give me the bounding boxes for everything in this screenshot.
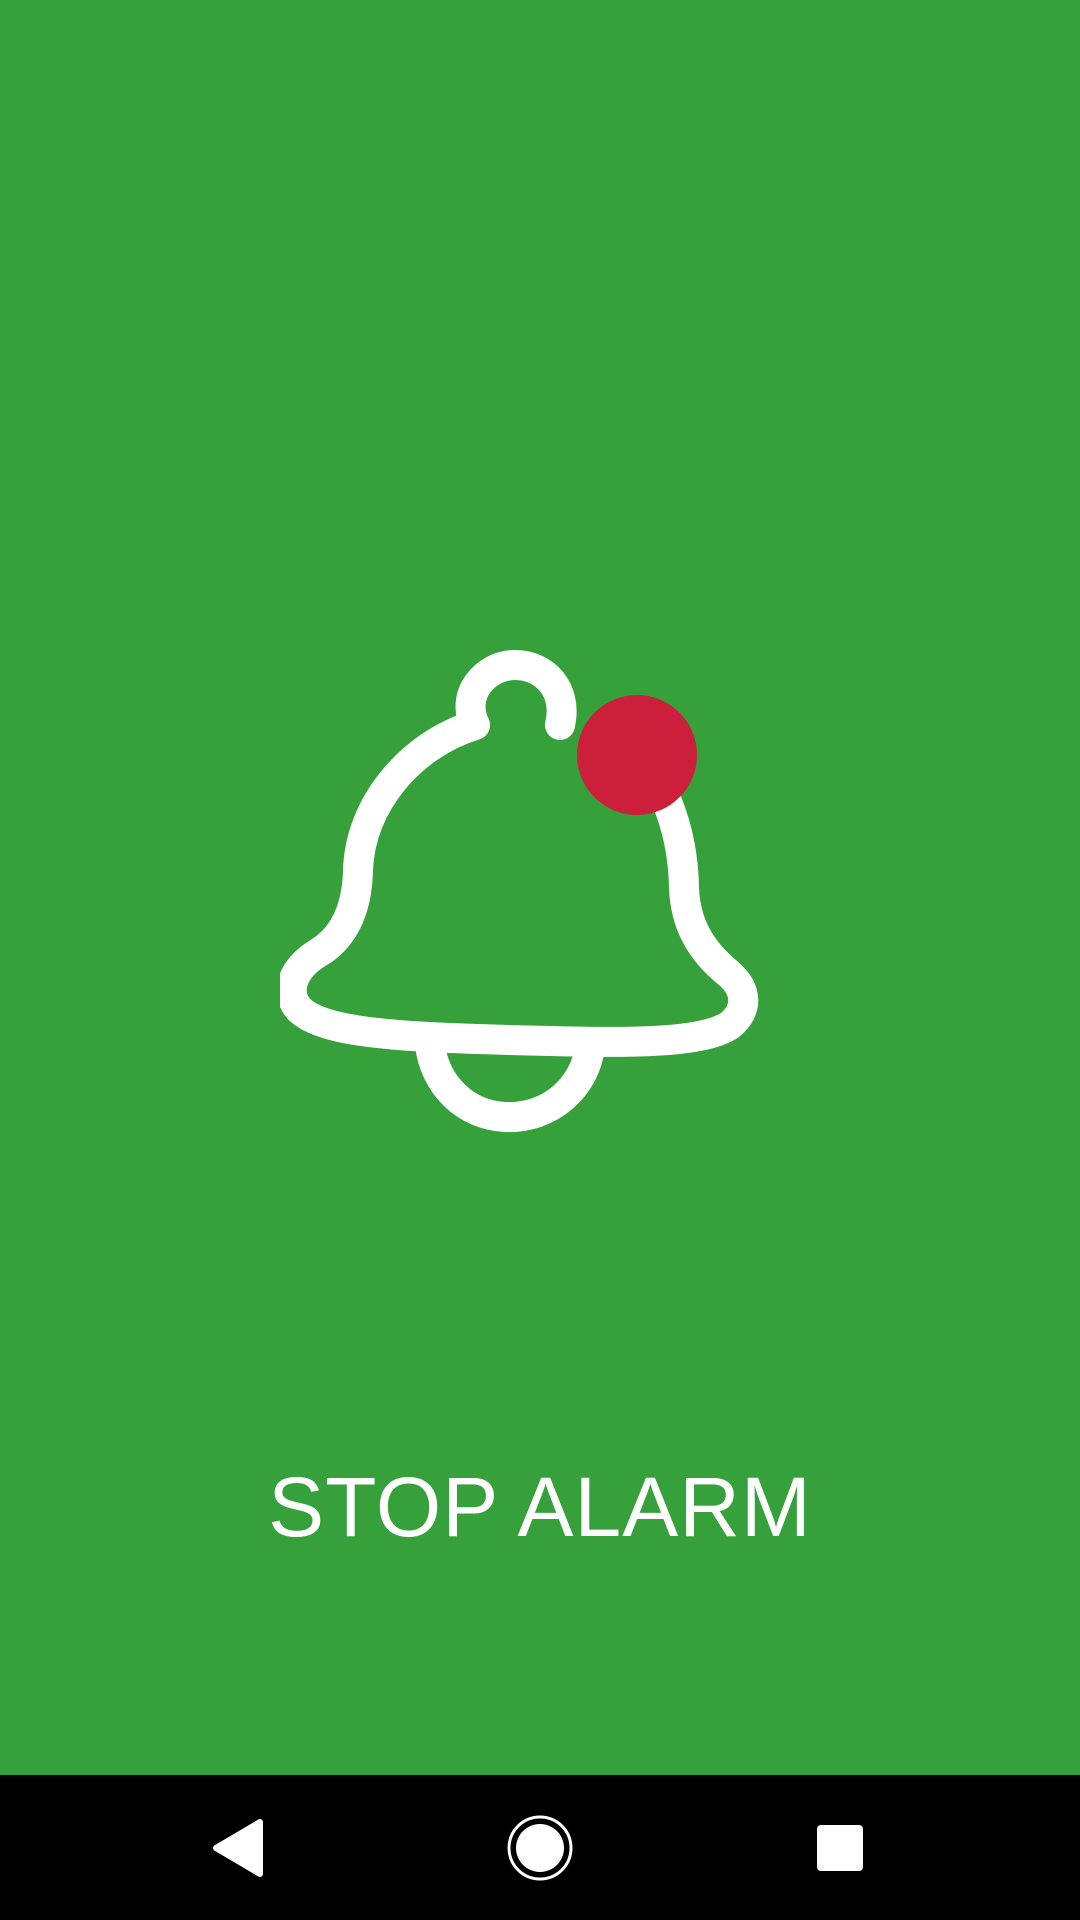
recents-button[interactable] [770, 1775, 910, 1920]
navigation-bar [0, 1775, 1080, 1920]
notification-dot-icon [577, 695, 697, 815]
home-button[interactable] [470, 1775, 610, 1920]
back-button[interactable] [170, 1775, 310, 1920]
home-circle-icon [507, 1815, 573, 1880]
stop-alarm-button[interactable]: STOP ALARM [0, 1460, 1080, 1555]
alarm-area: STOP ALARM [0, 0, 1080, 1775]
alarm-screen: STOP ALARM [0, 0, 1080, 1920]
back-triangle-icon [213, 1818, 263, 1877]
recents-square-icon [817, 1824, 863, 1871]
bell-icon [280, 650, 759, 1133]
